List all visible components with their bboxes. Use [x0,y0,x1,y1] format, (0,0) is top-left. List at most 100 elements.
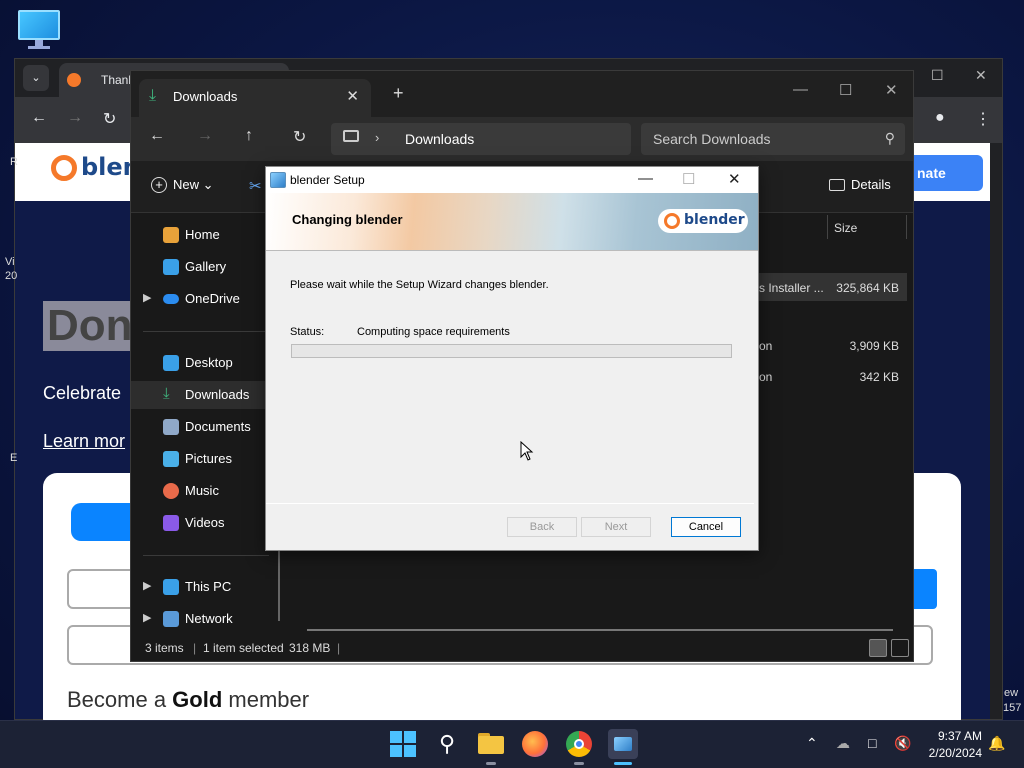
new-tab-icon[interactable]: + [393,83,404,104]
reload-icon[interactable]: ↻ [103,109,116,129]
edge-text: R [10,156,18,168]
item-count: 3 items [145,641,184,655]
separator [143,331,269,332]
explorer-tab[interactable]: ⤓ Downloads ✕ [139,79,371,117]
videos-icon [163,515,179,531]
selected-size: 318 MB [289,641,331,655]
nav-music[interactable]: Music📌 [131,477,277,505]
tab-search-button[interactable]: ⌄ [23,65,49,91]
setup-description: Please wait while the Setup Wizard chang… [290,279,549,291]
mouse-cursor-icon [520,441,534,461]
home-icon [163,227,179,243]
tiles-view-icon[interactable] [891,639,909,657]
file-row[interactable]: on 342 KB [751,362,907,390]
chevron-right-icon: › [375,130,380,145]
this-pc-desktop-icon[interactable] [18,10,60,50]
search-icon: ⚲ [884,130,895,146]
chevron-up-icon[interactable]: ⌃ [806,735,818,752]
nav-onedrive[interactable]: ▶ OneDrive [131,285,277,313]
new-button[interactable]: + New ⌄ [151,177,214,193]
firefox-icon[interactable] [522,731,548,757]
minimize-icon[interactable]: — [638,170,653,187]
nav-documents[interactable]: Documents📌 [131,413,277,441]
back-icon[interactable]: ← [31,109,47,127]
edge-text: 157 [1003,702,1022,714]
status-label: Status: [290,326,325,338]
onedrive-icon [163,294,179,304]
setup-banner: Changing blender blender [266,193,758,251]
forward-icon[interactable]: → [197,127,213,145]
address-path[interactable]: › Downloads [331,123,631,155]
browser-maximize-icon[interactable]: ☐ [931,67,944,84]
chrome-icon[interactable] [566,731,592,757]
volume-muted-icon[interactable]: 🔇 [894,735,911,752]
this-pc-icon [163,579,179,595]
nav-desktop[interactable]: Desktop📌 [131,349,277,377]
up-icon[interactable]: ↑ [245,127,253,145]
details-button[interactable]: Details [829,177,891,192]
nav-home[interactable]: Home [131,221,277,249]
status-bar: 3 items | 1 item selected 318 MB | [131,635,913,661]
cut-icon[interactable]: ✂ [249,177,262,195]
edge-text: 20 [5,270,18,282]
explorer-addressbar: ← → ↑ ↻ › Downloads Search Downloads ⚲ [131,117,913,161]
file-row[interactable]: s Installer ... 325,864 KB [751,273,907,301]
onedrive-tray-icon[interactable]: ☁ [836,735,850,752]
page-heading: Don [43,301,137,351]
search-input[interactable]: Search Downloads ⚲ [641,123,905,155]
horizontal-scrollbar[interactable] [307,629,893,631]
pictures-icon [163,451,179,467]
profile-icon[interactable]: ● [935,109,945,127]
refresh-icon[interactable]: ↻ [293,127,306,147]
close-icon[interactable]: ✕ [885,81,898,99]
blender-logo[interactable]: blen [51,153,140,181]
details-view-icon[interactable] [869,639,887,657]
nav-pictures[interactable]: Pictures📌 [131,445,277,473]
running-indicator [486,762,496,765]
expand-icon[interactable]: ▶ [143,579,151,592]
notification-bell-icon[interactable]: 🔔 [988,735,1005,752]
cancel-button[interactable]: Cancel [671,517,741,537]
separator: | [193,641,197,655]
learn-more-link[interactable]: Learn mor [43,431,125,452]
celebrate-text: Celebrate [43,383,122,403]
blender-logo: blender [658,209,748,233]
clock-date[interactable]: 2/20/2024 [922,746,982,760]
nav-gallery[interactable]: Gallery [131,253,277,281]
selected-count: 1 item selected [203,641,284,655]
file-row[interactable]: on 3,909 KB [751,331,907,359]
nav-videos[interactable]: Videos📌 [131,509,277,537]
nav-downloads[interactable]: ⤓Downloads📌 [131,381,277,409]
taskbar: ⚲ ⌃ ☁ □ 🔇 9:37 AM 2/20/2024 🔔 [0,720,1024,768]
browser-close-icon[interactable]: ✕ [975,67,987,84]
network-icon [163,611,179,627]
search-icon[interactable]: ⚲ [434,731,460,757]
start-windows-icon[interactable] [390,731,416,757]
maximize-icon[interactable]: ☐ [682,170,695,188]
back-icon[interactable]: ← [149,127,165,145]
music-icon [163,483,179,499]
menu-icon[interactable]: ⋮ [975,109,991,129]
next-button[interactable]: Next [581,517,651,537]
nav-network[interactable]: ▶ Network [131,605,277,633]
network-tray-icon[interactable]: □ [868,735,876,751]
separator [143,555,269,556]
minimize-icon[interactable]: — [793,81,808,98]
clock-time[interactable]: 9:37 AM [930,729,982,743]
maximize-icon[interactable]: ☐ [839,81,852,99]
nav-this-pc[interactable]: ▶ This PC [131,573,277,601]
separator: | [337,641,341,655]
downloads-icon: ⤓ [163,385,170,402]
close-icon[interactable]: ✕ [728,170,741,188]
expand-icon[interactable]: ▶ [143,291,151,304]
expand-icon[interactable]: ▶ [143,611,151,624]
installer-icon [270,172,286,188]
back-button[interactable]: Back [507,517,577,537]
file-explorer-icon[interactable] [478,731,504,757]
blender-setup-taskbar-icon[interactable] [608,729,638,759]
column-headers: Size [761,215,915,245]
edge-text: E [10,452,18,464]
forward-icon[interactable]: → [67,109,83,127]
column-size[interactable]: Size [827,215,907,239]
close-tab-icon[interactable]: ✕ [346,87,359,105]
